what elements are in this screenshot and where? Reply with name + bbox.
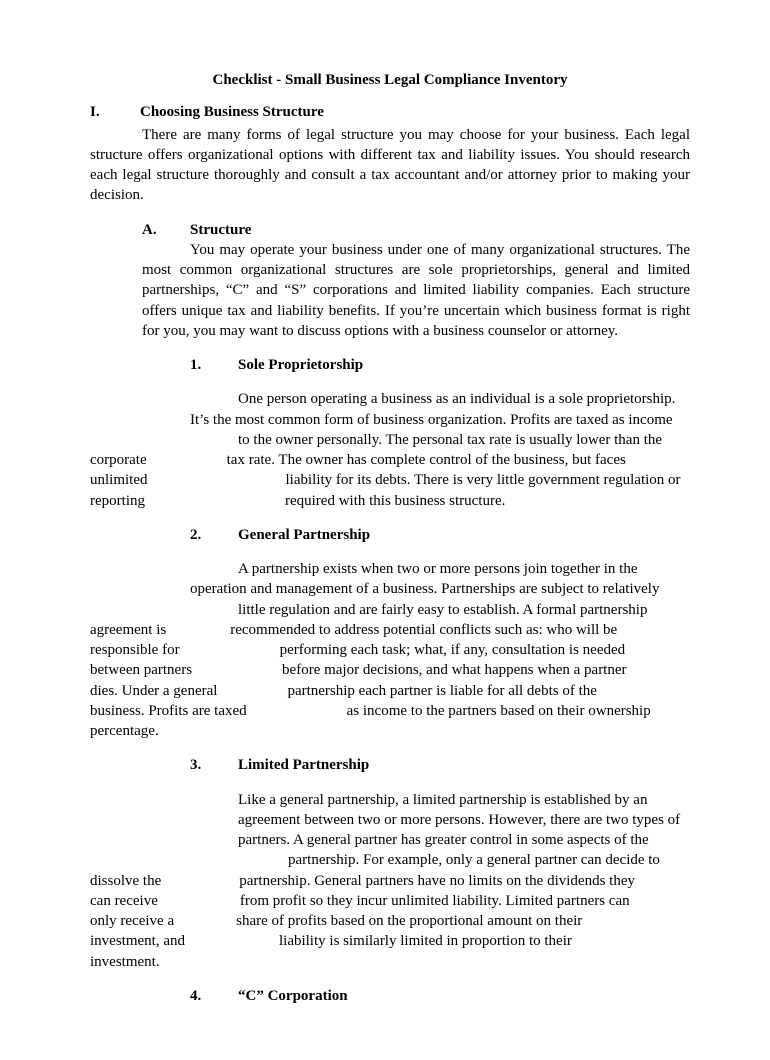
item-3-number: 3. (190, 755, 238, 775)
item-1-heading: Sole Proprietorship (238, 357, 363, 373)
section-i-number: I. (90, 102, 140, 122)
section-i-heading-line: I.Choosing Business Structure (90, 102, 690, 122)
sub-a-paragraph: You may operate your business under one … (142, 240, 690, 341)
item-2-heading-line: 2.General Partnership (190, 525, 690, 545)
item-3-body: Like a general partnership, a limited pa… (90, 790, 690, 972)
sub-a-heading: Structure (190, 222, 251, 238)
item-4-number: 4. (190, 986, 238, 1006)
item-4-heading: “C” Corporation (238, 988, 348, 1004)
section-i-heading: Choosing Business Structure (140, 104, 324, 120)
item-2-heading: General Partnership (238, 527, 370, 543)
item-3-heading: Limited Partnership (238, 757, 369, 773)
item-2-number: 2. (190, 525, 238, 545)
item-2-body: A partnership exists when two or more pe… (90, 559, 690, 741)
document-title: Checklist - Small Business Legal Complia… (90, 70, 690, 90)
item-4-heading-line: 4.“C” Corporation (190, 986, 690, 1006)
item-3-heading-line: 3.Limited Partnership (190, 755, 690, 775)
item-1-number: 1. (190, 355, 238, 375)
section-i-paragraph: There are many forms of legal structure … (90, 125, 690, 206)
item-1-body: One person operating a business as an in… (90, 389, 690, 511)
sub-a-letter: A. (142, 220, 190, 240)
item-1-heading-line: 1.Sole Proprietorship (190, 355, 690, 375)
sub-a-heading-line: A.Structure (142, 220, 690, 240)
